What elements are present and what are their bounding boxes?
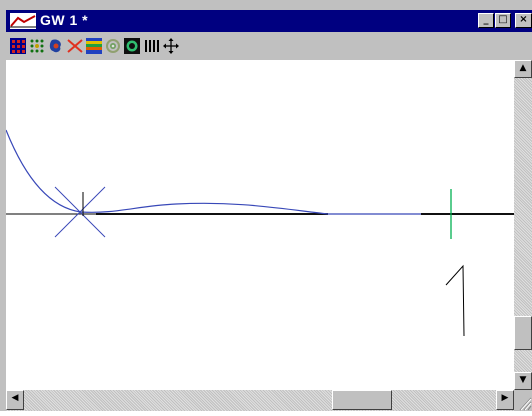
blob-icon[interactable] <box>48 38 64 54</box>
maximize-icon: □ <box>498 14 508 25</box>
close-icon: × <box>519 14 528 25</box>
horizontal-scroll-thumb[interactable] <box>332 390 392 410</box>
annotation-one-glyph <box>445 264 465 337</box>
minimize-button[interactable]: _ <box>478 13 494 28</box>
dots-pattern-icon[interactable] <box>29 38 45 54</box>
resize-grip[interactable] <box>514 390 532 411</box>
plot-svg <box>6 129 514 337</box>
right-arrow-icon: ▶ <box>501 393 509 403</box>
title-bar[interactable]: GW 1 * _ □ × <box>6 10 532 32</box>
response-curve <box>6 129 329 215</box>
bars-icon[interactable] <box>144 38 160 54</box>
scroll-down-button[interactable]: ▼ <box>514 372 532 390</box>
minimize-icon: _ <box>483 14 489 25</box>
up-arrow-icon: ▲ <box>519 63 527 73</box>
vertical-scrollbar[interactable]: ▲ ▼ <box>514 60 532 390</box>
scroll-left-button[interactable]: ◀ <box>6 390 24 410</box>
down-arrow-icon: ▼ <box>519 375 527 385</box>
drawing-canvas[interactable] <box>6 60 514 390</box>
horizontal-scrollbar[interactable]: ◀ ▶ <box>6 390 514 411</box>
move-arrows-icon[interactable] <box>163 38 179 54</box>
target-icon[interactable] <box>105 38 121 54</box>
scroll-up-button[interactable]: ▲ <box>514 60 532 78</box>
left-arrow-icon: ◀ <box>11 393 19 403</box>
stripes-icon[interactable] <box>86 38 102 54</box>
app-window: GW 1 * _ □ × ▲ ▼ ◀ ▶ <box>0 0 532 411</box>
scroll-right-button[interactable]: ▶ <box>496 390 514 410</box>
app-icon <box>10 13 36 29</box>
close-button[interactable]: × <box>515 13 532 28</box>
window-title: GW 1 * <box>40 12 89 28</box>
circle-in-square-icon[interactable] <box>124 38 140 54</box>
vertical-scroll-thumb[interactable] <box>514 316 532 350</box>
antenna-icon[interactable] <box>67 38 83 54</box>
resize-grip-icon <box>519 397 532 411</box>
grid-icon[interactable] <box>10 38 26 54</box>
maximize-button[interactable]: □ <box>495 13 511 28</box>
toolbar <box>6 32 532 60</box>
